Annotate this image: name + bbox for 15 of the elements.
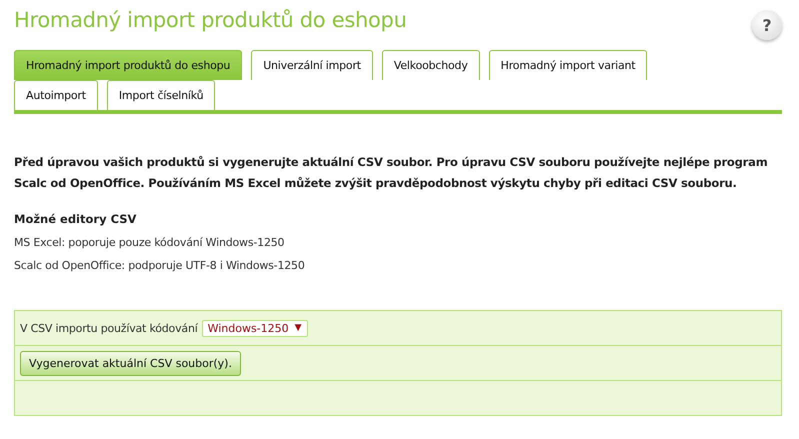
tab[interactable]: Hromadný import produktů do eshopu xyxy=(14,50,242,80)
help-icon[interactable]: ? xyxy=(752,10,782,40)
editor-note: Scalc od OpenOffice: podporuje UTF-8 i Windows-1250 xyxy=(14,259,306,272)
generate-button[interactable]: Vygenerovat aktuální CSV soubor(y). xyxy=(20,350,241,376)
tab[interactable]: Hromadný import variant xyxy=(488,50,648,80)
tab[interactable]: Univerzální import xyxy=(251,50,373,80)
tab[interactable]: Import číselníků xyxy=(106,80,216,110)
intro-paragraph: Před úpravou vašich produktů si vygenerujte aktuální CSV soubor. Pro úpravu CSV souboru používejte nejlépe program Scalc od OpenOffice. Používáním MS Excel můžete zvýšit pravděpodobnost výskytu chyby při editaci CSV souboru. xyxy=(14,154,768,192)
encoding-label: V CSV importu používat kódování xyxy=(20,322,198,334)
page-title: Hromadný import produktů do eshopu xyxy=(14,8,407,32)
tab[interactable]: Velkoobchody xyxy=(382,50,480,80)
encoding-select[interactable]: Windows-1250 ▼ xyxy=(202,320,308,336)
tab[interactable]: Autoimport xyxy=(14,80,98,110)
editor-note: MS Excel: poporuje pouze kódování Windows-1250 xyxy=(14,236,286,249)
section-heading: Možné editory CSV xyxy=(14,212,138,226)
